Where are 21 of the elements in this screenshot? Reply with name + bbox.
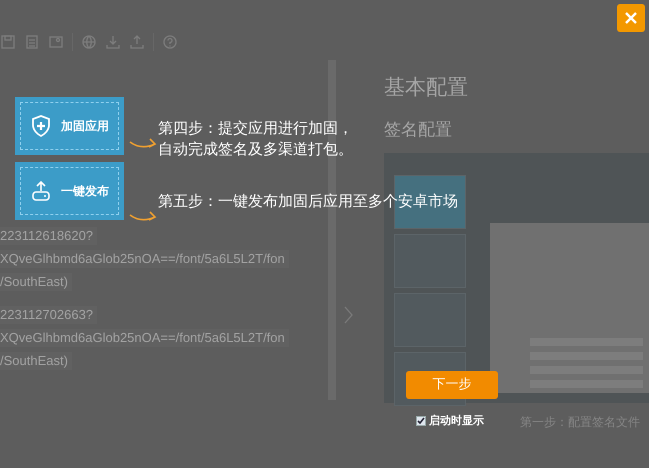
image-icon[interactable] (48, 34, 64, 50)
checkbox-label: 启动时显示 (429, 413, 484, 429)
save-icon[interactable] (0, 34, 16, 50)
upload-icon[interactable] (129, 34, 145, 50)
list-icon[interactable] (24, 34, 40, 50)
feature-button[interactable]: 一键发布 (15, 162, 124, 220)
step-instruction: 第五步：一键发布加固后应用至多个安卓市场 (158, 191, 458, 212)
section-heading: 签名配置 (384, 118, 453, 142)
next-button[interactable]: 下一步 (406, 371, 498, 399)
feature-button[interactable]: 加固应用 (15, 97, 124, 155)
chevron-right-icon[interactable] (343, 306, 353, 324)
shield-plus-icon (31, 115, 51, 137)
upload-box-icon (31, 180, 51, 202)
globe-icon[interactable] (81, 34, 97, 50)
close-button[interactable] (617, 4, 645, 32)
checkbox[interactable] (416, 416, 426, 426)
help-icon[interactable] (162, 34, 178, 50)
page-heading: 基本配置 (384, 74, 469, 101)
step-instruction: 第四步：提交应用进行加固， 自动完成签名及多渠道打包。 (158, 118, 353, 160)
download-icon[interactable] (105, 34, 121, 50)
close-icon (624, 11, 638, 25)
